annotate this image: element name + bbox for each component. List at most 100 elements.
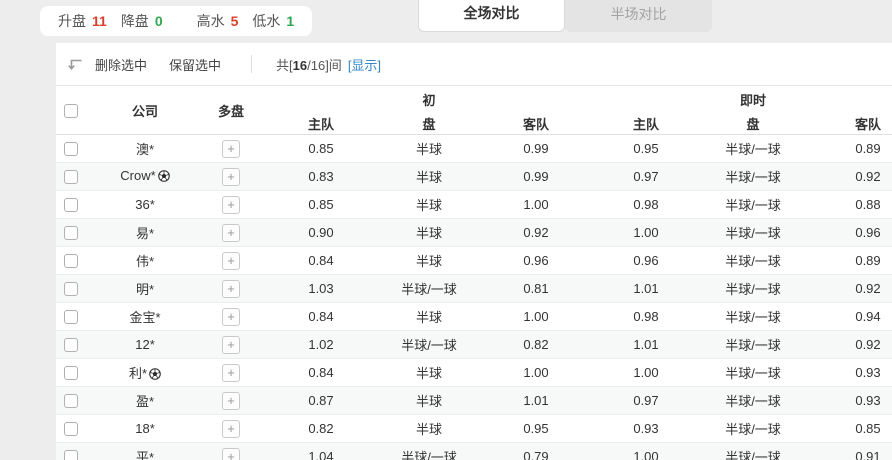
company-name: 明* (135, 282, 155, 297)
expand-plus-button[interactable]: + (222, 195, 240, 214)
stat-rise-label: 升盘 (58, 13, 86, 29)
company-name: 12* (135, 337, 155, 352)
row-checkbox[interactable] (64, 422, 78, 437)
initial-home-odds: 0.83 (308, 169, 334, 184)
live-away-odds: 0.92 (855, 169, 881, 184)
initial-handicap: 半球 (415, 422, 442, 437)
expand-plus-button[interactable]: + (222, 139, 240, 158)
live-handicap: 半球/一球 (725, 394, 781, 409)
expand-plus-button[interactable]: + (222, 307, 240, 326)
live-away-odds: 0.85 (855, 421, 881, 436)
expand-plus-button[interactable]: + (222, 251, 240, 270)
live-away-odds: 0.96 (855, 225, 881, 240)
show-link[interactable]: [显示] (348, 55, 381, 74)
company-cell: 12* (86, 331, 204, 359)
row-checkbox[interactable] (64, 142, 78, 157)
expand-plus-button[interactable]: + (222, 391, 240, 410)
tab-half-match-compare[interactable]: 半场对比 (565, 0, 712, 32)
expand-plus-button[interactable]: + (222, 419, 240, 438)
spacer (258, 86, 384, 113)
row-checkbox[interactable] (64, 282, 78, 297)
live-away-odds: 0.94 (855, 309, 881, 324)
row-select-cell (56, 387, 86, 415)
expand-plus-button[interactable]: + (222, 335, 240, 354)
select-all-checkbox[interactable] (64, 103, 78, 118)
live-away-odds: 0.92 (855, 337, 881, 352)
expand-plus-button[interactable]: + (222, 363, 240, 382)
row-checkbox[interactable] (64, 450, 78, 460)
initial-handicap: 半球 (415, 254, 442, 269)
stat-drop-value: 0 (154, 13, 163, 29)
company-name: 盈* (135, 394, 155, 409)
initial-away-odds: 1.01 (523, 393, 549, 408)
row-checkbox[interactable] (64, 170, 78, 185)
expand-plus-button[interactable]: + (222, 447, 240, 460)
company-cell: 盈* (86, 387, 204, 415)
col-header-live-handicap: 盘 (746, 116, 760, 132)
initial-handicap: 半球 (415, 366, 442, 381)
live-home-odds: 0.98 (633, 197, 659, 212)
initial-home-odds: 0.85 (308, 141, 334, 156)
table-row: 18* + 0.82 半球 0.95 0.93 半球/一球 0.85 (56, 415, 892, 443)
row-select-cell (56, 219, 86, 247)
keep-selected-button[interactable]: 保留选中 (169, 55, 221, 74)
select-all-cell (56, 86, 86, 135)
row-checkbox[interactable] (64, 366, 78, 381)
table-row: 平* + 1.04 半球/一球 0.79 1.00 半球/一球 0.91 (56, 442, 892, 460)
delete-selected-button[interactable]: 删除选中 (95, 55, 147, 74)
live-away-odds: 0.92 (855, 281, 881, 296)
live-handicap: 半球/一球 (725, 254, 781, 269)
table-row: 12* + 1.02 半球/一球 0.82 1.01 半球/一球 0.92 (56, 330, 892, 359)
expand-plus-button[interactable]: + (222, 223, 240, 242)
live-home-odds: 0.97 (633, 169, 659, 184)
company-name: 金宝* (129, 310, 161, 325)
col-header-init-away: 客队 (522, 116, 549, 132)
initial-home-odds: 0.82 (308, 421, 334, 436)
row-checkbox[interactable] (64, 310, 78, 325)
table-row: 易* + 0.90 半球 0.92 1.00 半球/一球 0.96 (56, 218, 892, 247)
initial-away-odds: 1.00 (523, 197, 549, 212)
row-checkbox[interactable] (64, 338, 78, 353)
stat-rise-value: 11 (92, 13, 107, 29)
multi-odds-cell: + (204, 135, 258, 163)
tab-full-match-compare[interactable]: 全场对比 (418, 0, 565, 32)
stat-low-water-label: 低水 (252, 13, 281, 29)
stat-high-water-value: 5 (230, 13, 239, 29)
live-home-odds: 1.00 (633, 449, 659, 460)
initial-away-odds: 0.81 (523, 281, 549, 296)
toolbar: 删除选中 保留选中 共[16/16]间 [显示] (56, 43, 892, 85)
row-checkbox[interactable] (64, 226, 78, 241)
live-handicap: 半球/一球 (725, 198, 781, 213)
company-name: 平* (135, 450, 155, 460)
live-home-odds: 1.00 (633, 365, 659, 380)
toolbar-divider (251, 55, 253, 73)
row-checkbox[interactable] (64, 394, 78, 409)
expand-plus-button[interactable]: + (222, 167, 240, 186)
live-handicap: 半球/一球 (725, 142, 781, 157)
row-select-cell (56, 275, 86, 303)
live-handicap: 半球/一球 (725, 422, 781, 437)
live-away-odds: 0.89 (855, 253, 881, 268)
stat-high-water: 高水 5 (197, 11, 239, 31)
company-cell: 澳* (86, 135, 204, 163)
company-name: 澳* (135, 142, 155, 157)
row-select-cell (56, 191, 86, 219)
initial-handicap: 半球/一球 (401, 282, 457, 297)
col-header-multi: 多盘 (217, 103, 244, 119)
initial-handicap: 半球 (415, 198, 442, 213)
col-header-init-handicap: 盘 (422, 116, 436, 132)
row-checkbox[interactable] (64, 198, 78, 213)
table-row: 明* + 1.03 半球/一球 0.81 1.01 半球/一球 0.92 (56, 274, 892, 303)
live-away-odds: 0.89 (855, 141, 881, 156)
multi-odds-cell: + (204, 163, 258, 191)
table-row: 伟* + 0.84 半球 0.96 0.96 半球/一球 0.89 (56, 247, 892, 275)
initial-away-odds: 0.95 (523, 421, 549, 436)
initial-away-odds: 0.96 (523, 253, 549, 268)
company-cell: 利* (86, 359, 204, 387)
initial-home-odds: 1.02 (308, 337, 334, 352)
initial-away-odds: 0.82 (523, 337, 549, 352)
live-handicap: 半球/一球 (725, 450, 781, 460)
row-checkbox[interactable] (64, 254, 78, 269)
expand-plus-button[interactable]: + (222, 279, 240, 298)
company-name: 36* (135, 197, 155, 212)
